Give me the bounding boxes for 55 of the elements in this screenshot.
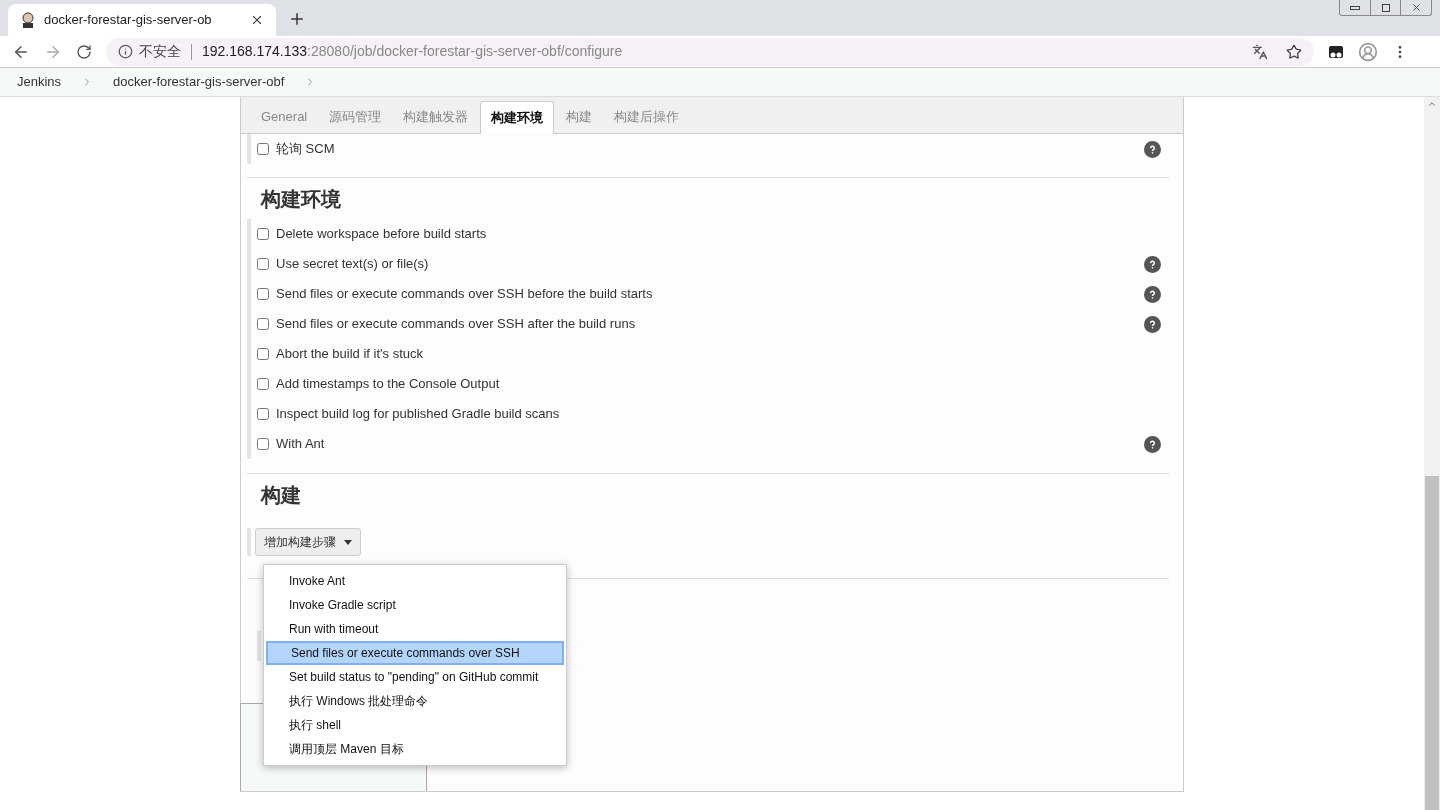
menu-item[interactable]: Invoke Ant: [266, 569, 564, 593]
profile-icon[interactable]: [1358, 41, 1378, 62]
reload-icon[interactable]: [76, 43, 92, 60]
menu-item[interactable]: Run with timeout: [266, 617, 564, 641]
help-icon[interactable]: [1144, 315, 1161, 333]
breadcrumb-link[interactable]: Jenkins: [17, 72, 62, 92]
help-icon[interactable]: [1144, 285, 1161, 303]
menu-item[interactable]: 调用顶层 Maven 目标: [266, 737, 564, 761]
option-label: Send files or execute commands over SSH before the build starts: [276, 285, 654, 304]
checkbox[interactable]: [257, 228, 269, 240]
checkbox[interactable]: [257, 143, 269, 155]
extension-icon[interactable]: [1328, 43, 1344, 60]
config-tab[interactable]: 构建环境: [480, 101, 555, 134]
checkbox[interactable]: [257, 348, 269, 360]
option-label: Abort the build if it's stuck: [276, 345, 424, 364]
menu-item[interactable]: Set build status to "pending" on GitHub commit: [266, 665, 564, 689]
checkbox[interactable]: [257, 378, 269, 390]
checkbox[interactable]: [257, 408, 269, 420]
help-icon[interactable]: [1144, 435, 1161, 453]
address-bar[interactable]: 不安全 192.168.174.133:28080/job/docker-forestar-gis-server-obf/configure: [106, 37, 1314, 66]
menu-item[interactable]: 执行 Windows 批处理命令: [266, 689, 564, 713]
scrollbar[interactable]: [1424, 97, 1440, 810]
url-text: 192.168.174.133:28080/job/docker-forestar-gis-server-obf/configure: [202, 42, 624, 61]
menu-item[interactable]: Send files or execute commands over SSH: [266, 641, 564, 665]
scroll-thumb[interactable]: [1425, 476, 1439, 810]
scroll-up-icon[interactable]: [1427, 99, 1437, 109]
tab-title: docker-forestar-gis-server-ob: [44, 11, 213, 30]
new-tab-icon[interactable]: [288, 10, 306, 28]
option-label: 轮询 SCM: [276, 140, 336, 159]
star-icon[interactable]: [1286, 43, 1302, 60]
breadcrumb-link[interactable]: docker-forestar-gis-server-obf: [113, 72, 285, 92]
security-label: 不安全: [139, 42, 181, 61]
menu-item[interactable]: 执行 shell: [266, 713, 564, 737]
section-heading: 构建: [259, 483, 302, 508]
menu-item[interactable]: Invoke Gradle script: [266, 593, 564, 617]
butler-icon: [20, 12, 36, 28]
option-label: Use secret text(s) or file(s): [276, 255, 430, 274]
option-label: Send files or execute commands over SSH after the build runs: [276, 315, 637, 334]
help-icon[interactable]: [1144, 140, 1161, 158]
caret-icon: [344, 539, 352, 545]
browser-tab[interactable]: docker-forestar-gis-server-ob: [8, 4, 276, 36]
add-build-step-button[interactable]: 增加构建步骤: [255, 528, 361, 556]
checkbox[interactable]: [257, 318, 269, 330]
checkbox[interactable]: [257, 288, 269, 300]
info-icon: [118, 44, 133, 59]
option-label: Delete workspace before build starts: [276, 225, 488, 244]
close-icon[interactable]: [250, 13, 264, 27]
translate-icon[interactable]: [1252, 43, 1268, 60]
help-icon[interactable]: [1144, 255, 1161, 273]
checkbox[interactable]: [257, 438, 269, 450]
option-label: Add timestamps to the Console Output: [276, 375, 501, 394]
checkbox[interactable]: [257, 258, 269, 270]
section-heading: 构建环境: [259, 187, 342, 212]
option-label: Inspect build log for published Gradle build scans: [276, 405, 561, 424]
option-label: With Ant: [276, 435, 326, 454]
